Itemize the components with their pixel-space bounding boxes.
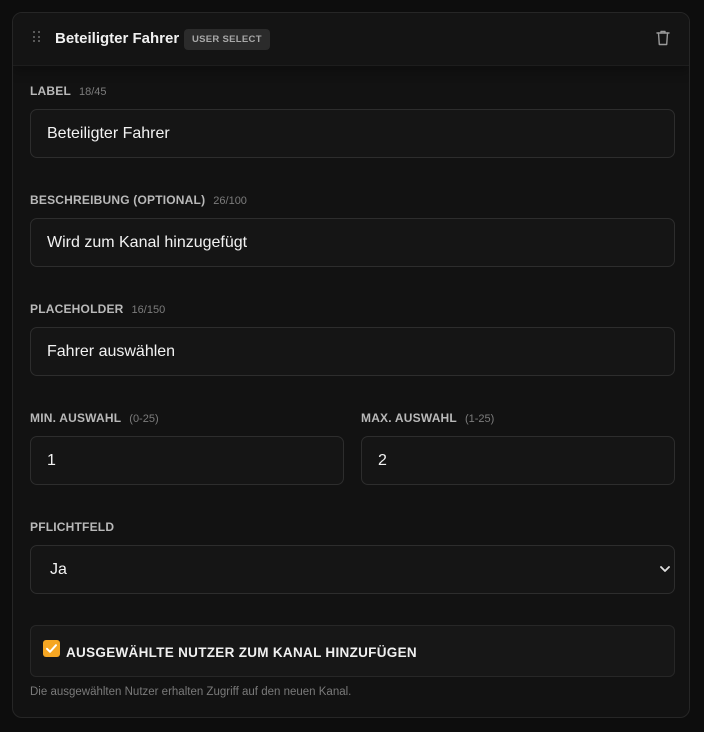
add-to-channel-label[interactable]: AUSGEWÄHLTE NUTZER ZUM KANAL HINZUFÜGEN bbox=[66, 645, 417, 660]
placeholder-input[interactable] bbox=[30, 327, 675, 376]
chevron-down-icon bbox=[660, 566, 670, 572]
add-to-channel-help: Die ausgewählten Nutzer erhalten Zugriff… bbox=[30, 686, 352, 698]
max-select-input[interactable] bbox=[361, 436, 675, 485]
checkmark-icon bbox=[46, 644, 57, 653]
type-badge: USER SELECT bbox=[184, 29, 270, 50]
drag-handle-icon[interactable] bbox=[33, 31, 41, 43]
add-to-channel-panel: AUSGEWÄHLTE NUTZER ZUM KANAL HINZUFÜGEN bbox=[30, 625, 675, 677]
add-to-channel-checkbox[interactable] bbox=[43, 640, 60, 657]
label-input[interactable] bbox=[30, 109, 675, 158]
field-card: Beteiligter Fahrer USER SELECT LABEL 18/4… bbox=[12, 12, 690, 718]
required-selected-value: Ja bbox=[50, 561, 67, 578]
field-title: Beteiligter Fahrer bbox=[55, 30, 180, 47]
description-field-caption: BESCHREIBUNG (OPTIONAL) 26/100 bbox=[30, 193, 247, 207]
card-header: Beteiligter Fahrer USER SELECT bbox=[13, 13, 689, 66]
min-select-range: (0-25) bbox=[129, 413, 159, 425]
required-field-caption: PFLICHTFELD bbox=[30, 520, 115, 534]
placeholder-char-counter: 16/150 bbox=[131, 304, 166, 316]
label-field-caption: LABEL 18/45 bbox=[30, 84, 107, 98]
placeholder-field-caption: PLACEHOLDER 16/150 bbox=[30, 302, 166, 316]
min-select-caption: MIN. AUSWAHL (0-25) bbox=[30, 411, 159, 425]
label-char-counter: 18/45 bbox=[79, 86, 107, 98]
max-select-caption: MAX. AUSWAHL (1-25) bbox=[361, 411, 495, 425]
description-input[interactable] bbox=[30, 218, 675, 267]
trash-icon[interactable] bbox=[655, 29, 671, 47]
description-char-counter: 26/100 bbox=[213, 195, 247, 207]
min-select-input[interactable] bbox=[30, 436, 344, 485]
max-select-range: (1-25) bbox=[464, 413, 495, 425]
required-select[interactable]: Ja bbox=[30, 545, 675, 594]
